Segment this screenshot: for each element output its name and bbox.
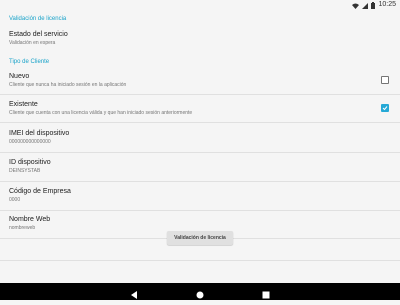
divider — [0, 122, 400, 123]
check-icon — [382, 106, 388, 111]
divider — [0, 260, 400, 261]
status-time: 10:25 — [378, 1, 396, 8]
divider — [0, 94, 400, 95]
pref-device-id-title: ID dispositivo — [9, 159, 51, 166]
pref-service-status[interactable]: Estado del servicio Validación en espera — [0, 30, 400, 47]
pref-web-name[interactable]: Nombre Web nombreweb — [0, 215, 400, 232]
status-bar: 10:25 — [0, 0, 400, 10]
pref-device-id-summary: DEINSYSTAB — [9, 168, 41, 174]
pref-existente[interactable]: Existente Cliente que cuenta con una lic… — [0, 100, 400, 117]
checkbox-existente[interactable] — [381, 104, 389, 112]
pref-company-code[interactable]: Código de Empresa 0000 — [0, 187, 400, 204]
divider — [0, 152, 400, 153]
navigation-bar — [0, 283, 400, 300]
pref-service-status-summary: Validación en espera — [9, 40, 56, 46]
section-header-client: Tipo de Cliente — [9, 59, 50, 65]
section-header-license: Validación de licencia — [9, 16, 67, 22]
pref-existente-summary: Cliente que cuenta con una licencia váli… — [9, 110, 193, 116]
back-icon[interactable] — [129, 287, 139, 299]
pref-service-status-title: Estado del servicio — [9, 31, 68, 38]
pref-imei-summary: 000000000000000 — [9, 139, 51, 145]
pref-device-id[interactable]: ID dispositivo DEINSYSTAB — [0, 158, 400, 175]
pref-nuevo-summary: Cliente que nunca ha iniciado sesión en … — [9, 82, 127, 88]
divider — [0, 210, 400, 211]
status-icons: 10:25 — [352, 0, 396, 10]
pref-web-name-title: Nombre Web — [9, 216, 51, 223]
pref-company-code-title: Código de Empresa — [9, 188, 71, 195]
recents-icon[interactable] — [261, 287, 271, 299]
checkbox-nuevo[interactable] — [381, 76, 389, 84]
pref-nuevo-title: Nuevo — [9, 73, 30, 80]
home-icon[interactable] — [195, 287, 205, 299]
divider — [0, 181, 400, 182]
validate-license-button[interactable]: Validación de licencia — [167, 231, 233, 245]
pref-imei[interactable]: IMEI del dispositivo 000000000000000 — [0, 129, 400, 146]
pref-imei-title: IMEI del dispositivo — [9, 130, 70, 137]
pref-existente-title: Existente — [9, 101, 38, 108]
pref-nuevo[interactable]: Nuevo Cliente que nunca ha iniciado sesi… — [0, 72, 400, 89]
pref-company-code-summary: 0000 — [9, 197, 21, 203]
